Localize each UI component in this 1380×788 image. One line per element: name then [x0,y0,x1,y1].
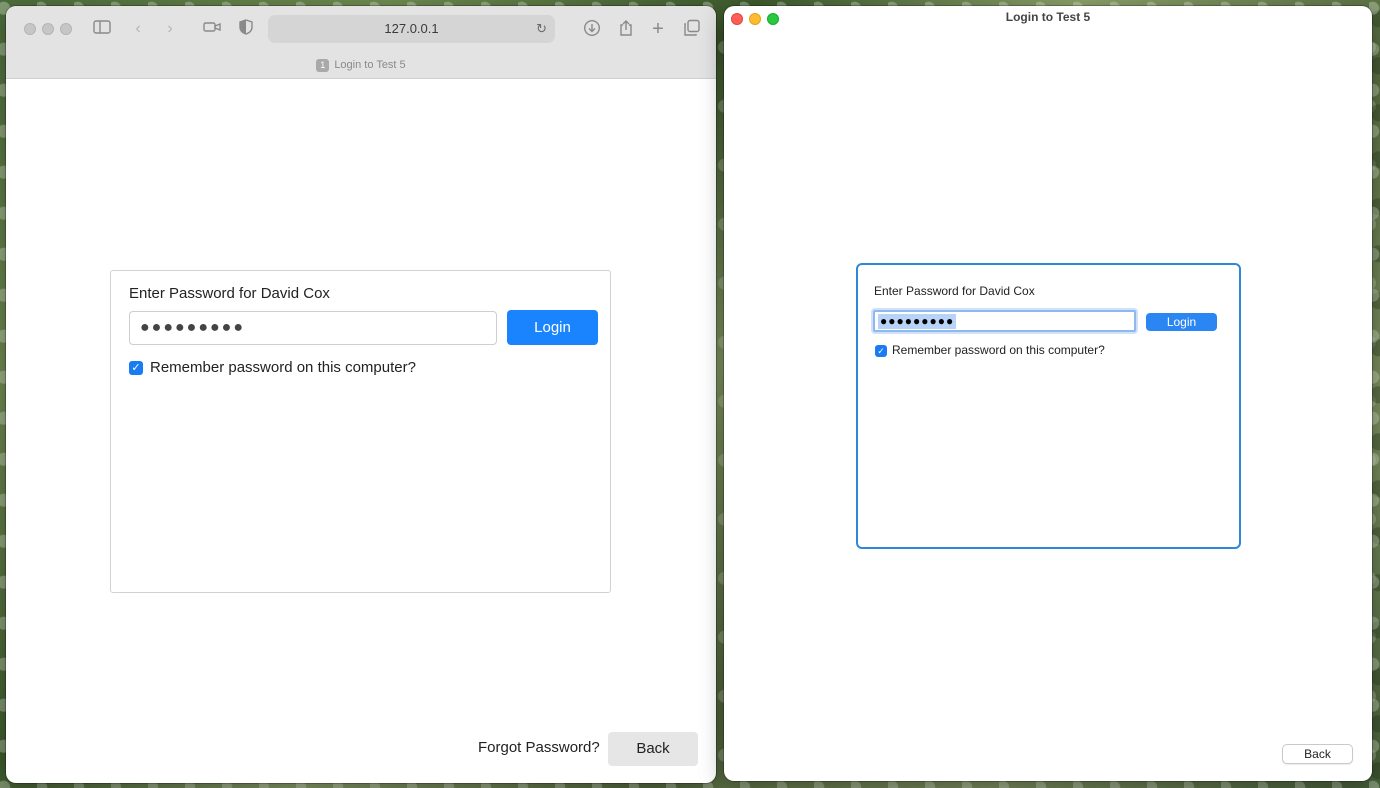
remember-checkbox[interactable]: ✓ [129,361,143,376]
native-login-window: Login to Test 5 Enter Password for David… [724,6,1372,781]
zoom-button[interactable] [60,23,72,35]
back-icon[interactable]: ‹ [128,19,148,39]
close-button[interactable] [24,23,36,35]
login-button[interactable]: Login [507,310,598,345]
window-title: Login to Test 5 [1005,10,1091,24]
password-input[interactable]: ●●●●●●●●● [129,311,497,345]
sidebar-icon[interactable] [92,19,112,39]
password-prompt: Enter Password for David Cox [129,285,330,302]
tab-title: Login to Test 5 [334,59,406,71]
back-button[interactable]: Back [1282,744,1353,764]
browser-window: ‹ › 127.0.0.1 ↻ + 1 Login to Test 5 Enter… [6,6,716,783]
new-tab-icon[interactable]: + [648,19,668,39]
back-button[interactable]: Back [608,732,698,766]
forgot-password-link[interactable]: Forgot Password? [478,739,600,756]
login-card: Enter Password for David Cox ●●●●●●●●● L… [856,263,1241,549]
browser-toolbar: ‹ › 127.0.0.1 ↻ + 1 Login to Test 5 [6,6,716,79]
remember-password-row[interactable]: ✓ Remember password on this computer? [875,343,1105,357]
tab-number-badge: 1 [316,58,330,72]
shield-icon[interactable] [236,19,256,39]
url-text: 127.0.0.1 [384,21,439,36]
remember-label: Remember password on this computer? [892,343,1105,357]
login-card: Enter Password for David Cox ●●●●●●●●● L… [110,270,611,593]
download-icon[interactable] [582,19,602,39]
password-value-selected: ●●●●●●●●● [878,314,957,329]
password-input[interactable]: ●●●●●●●●● [873,310,1136,332]
address-bar[interactable]: 127.0.0.1 ↻ [268,15,555,43]
reload-icon[interactable]: ↻ [536,15,547,43]
remember-password-row[interactable]: ✓ Remember password on this computer? [129,359,416,376]
tab-active[interactable]: 1 Login to Test 5 [6,54,716,78]
login-button[interactable]: Login [1146,313,1217,331]
forward-icon[interactable]: › [160,19,180,39]
tabs-overview-icon[interactable] [682,19,702,39]
remember-checkbox[interactable]: ✓ [875,344,887,357]
camera-icon[interactable] [202,19,222,39]
share-icon[interactable] [616,19,636,39]
minimize-button[interactable] [42,23,54,35]
remember-label: Remember password on this computer? [150,359,416,376]
password-prompt: Enter Password for David Cox [874,284,1035,298]
